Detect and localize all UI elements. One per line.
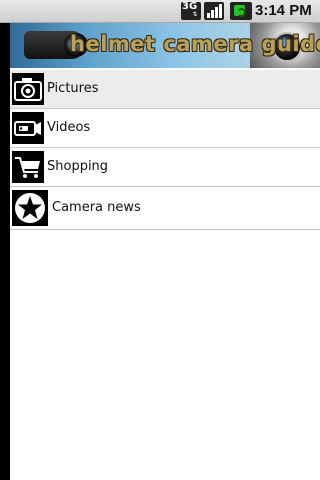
app-banner: helmet camera guide — [10, 23, 320, 68]
menu-item-camera-news[interactable]: Camera news — [10, 187, 320, 230]
menu-item-videos[interactable]: Videos — [10, 109, 320, 148]
video-camera-icon — [12, 112, 44, 144]
status-bar: 3G ⇅ 3:14 PM — [0, 0, 320, 23]
star-icon — [12, 190, 48, 226]
signal-strength-icon — [204, 2, 224, 20]
camera-icon — [12, 73, 44, 105]
network-3g-icon: 3G ⇅ — [181, 2, 201, 20]
menu-item-label: Pictures — [47, 81, 99, 96]
left-edge-strip — [0, 23, 10, 480]
banner-title: helmet camera guide — [70, 32, 320, 56]
menu-item-label: Camera news — [52, 200, 141, 215]
battery-charging-icon — [230, 2, 252, 20]
main-menu-list: Pictures Videos Shopping Camera news — [10, 70, 320, 230]
menu-item-label: Shopping — [47, 159, 109, 174]
menu-item-shopping[interactable]: Shopping — [10, 148, 320, 187]
network-activity-label: ⇅ — [192, 11, 198, 18]
menu-item-pictures[interactable]: Pictures — [10, 70, 320, 109]
status-clock: 3:14 PM — [255, 2, 312, 19]
shopping-cart-icon — [12, 151, 44, 183]
menu-item-label: Videos — [47, 120, 91, 135]
